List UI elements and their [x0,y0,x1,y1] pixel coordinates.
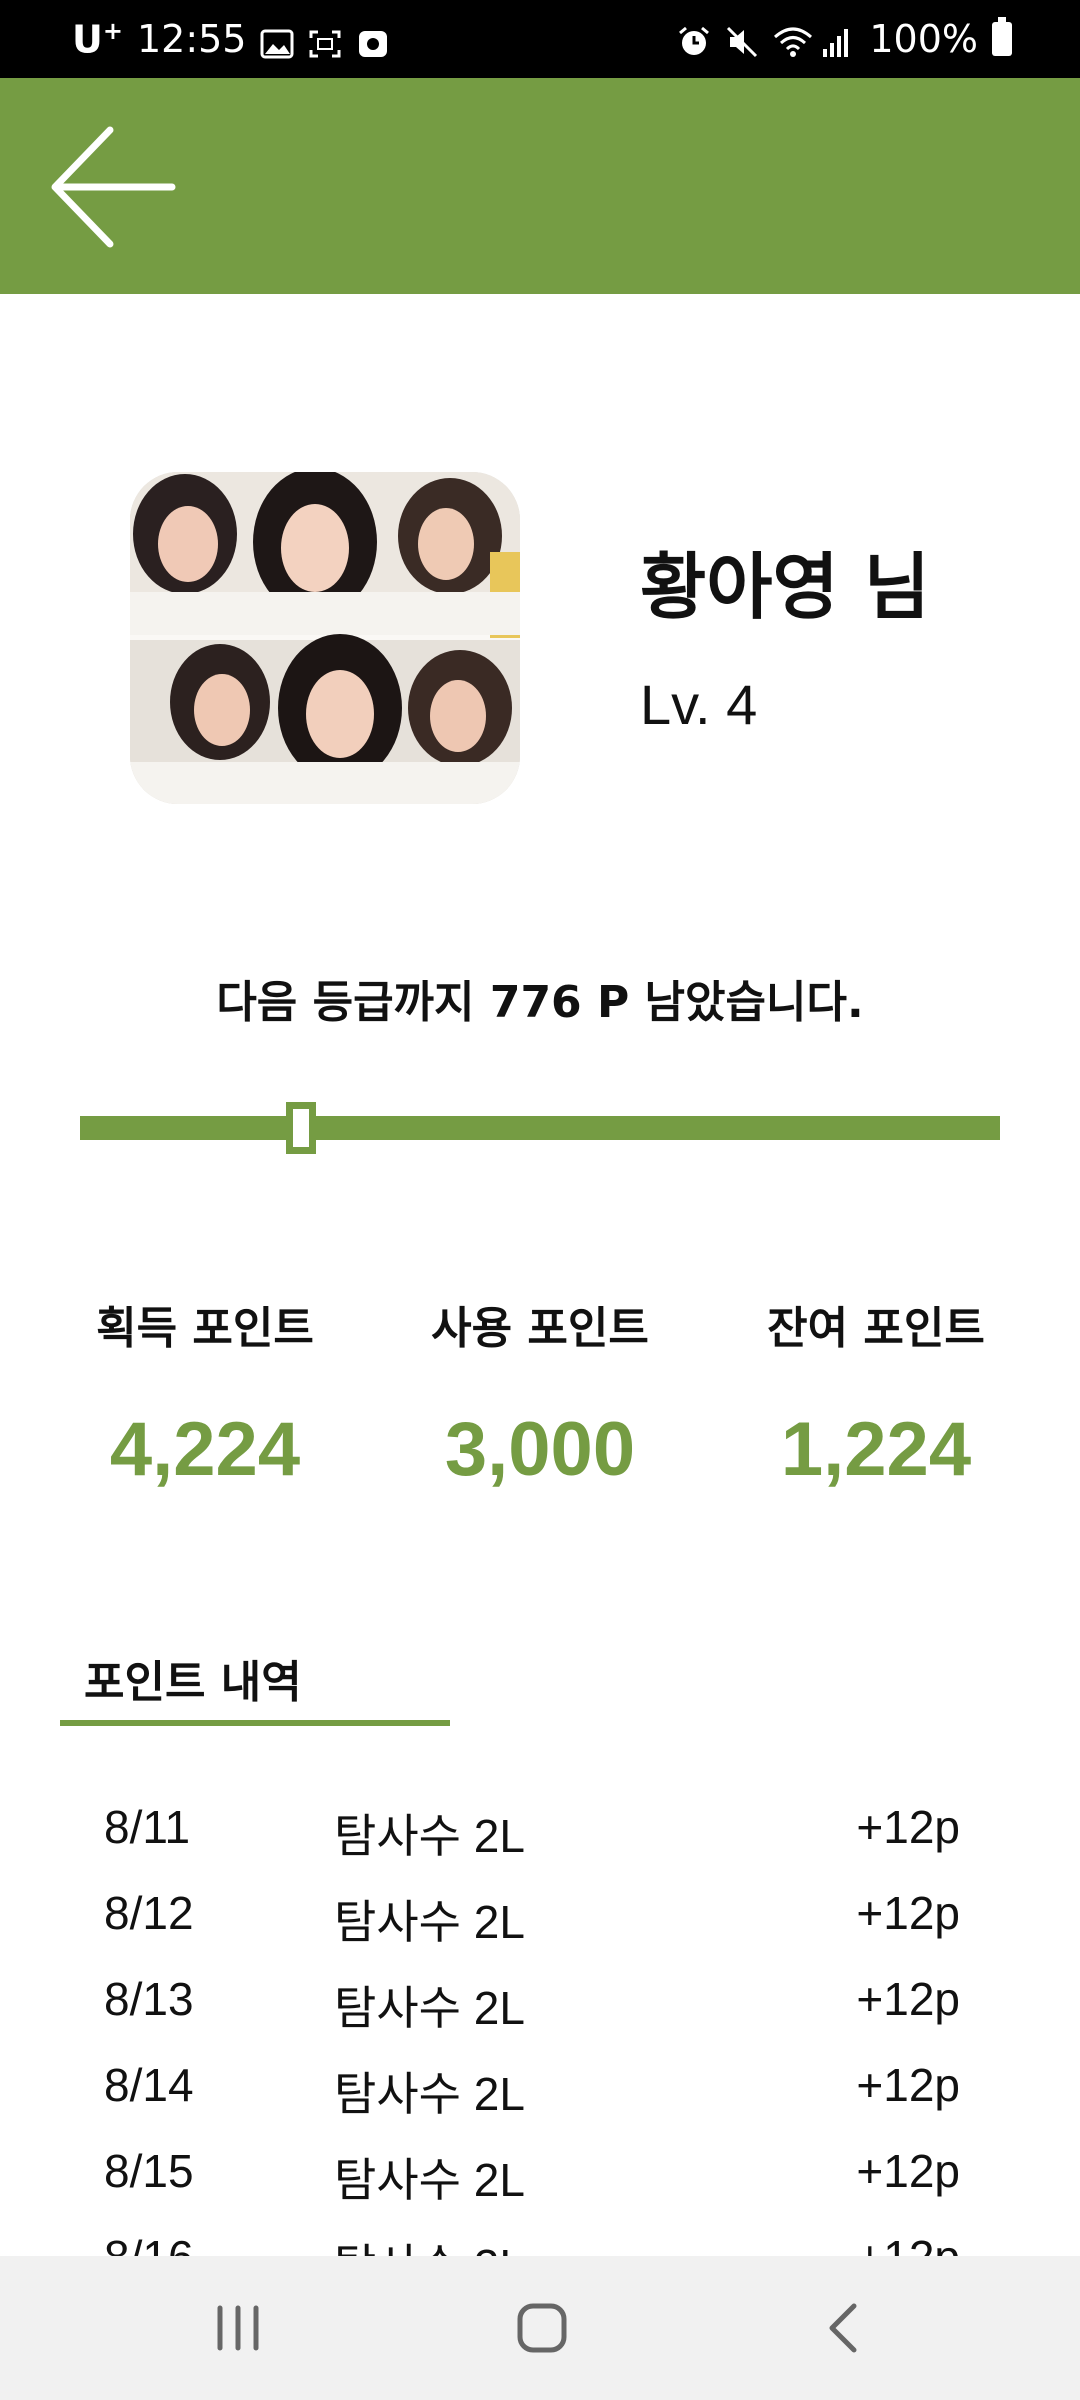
status-bar: U+ 12:55 100% [0,0,1080,78]
history-row: 8/11 탐사수 2L +12p [0,1786,1080,1872]
home-icon [517,2303,567,2353]
history-row: 8/12 탐사수 2L +12p [0,1872,1080,1958]
stat-used-value: 3,000 [444,1407,636,1492]
stat-used-label: 사용 포인트 [431,1303,649,1354]
carrier-label: U+ [72,16,123,62]
stat-earned-label: 획득 포인트 [96,1303,314,1354]
mute-icon [725,24,759,58]
history-description: 탐사수 2L [334,2068,525,2120]
alarm-icon [677,24,711,55]
battery-icon [992,17,1012,56]
home-button[interactable] [460,2256,620,2400]
system-nav-bar [0,2256,1080,2400]
image-icon [260,24,294,59]
stat-used: 사용 포인트 3,000 [400,1292,680,1493]
level-progress-bar [80,1102,1000,1154]
history-points: +12p [856,1887,960,1939]
history-description: 탐사수 2L [334,2154,525,2206]
history-date: 8/11 [104,1801,191,1853]
history-row: 8/13 탐사수 2L +12p [0,1958,1080,2044]
signal-icon [821,24,855,57]
history-description: 탐사수 2L [334,1810,525,1862]
history-date: 8/14 [104,2059,194,2111]
stat-remaining-label: 잔여 포인트 [767,1303,985,1354]
wifi-icon [773,24,813,57]
history-points: +12p [856,1801,960,1853]
history-points: +12p [856,1973,960,2025]
avatar [130,472,520,804]
history-date: 8/12 [104,1887,194,1939]
history-list[interactable]: 8/11 탐사수 2L +12p 8/12 탐사수 2L +12p 8/13 탐사수 2L +1… [0,1786,1080,2256]
stat-remaining: 잔여 포인트 1,224 [736,1292,1016,1493]
record-icon [356,24,390,57]
history-tab-indicator [60,1720,450,1726]
user-level: Lv. 4 [640,673,758,736]
history-date: 8/13 [104,1973,194,2025]
app-bar [0,78,1080,294]
stat-remaining-value: 1,224 [780,1407,972,1492]
profile-photo [130,472,520,804]
history-description: 탐사수 2L [334,1982,525,2034]
history-tab[interactable]: 포인트 내역 [84,1646,302,1710]
arrow-left-icon [51,126,176,248]
history-points: +12p [856,2230,960,2256]
recent-apps-icon [217,2305,259,2351]
stat-earned-value: 4,224 [109,1407,301,1492]
back-button[interactable] [40,122,180,252]
back-icon [829,2303,857,2353]
history-points: +12p [856,2145,960,2197]
stat-earned: 획득 포인트 4,224 [65,1292,345,1493]
history-row: 8/16 탐사수 2L +12p [0,2216,1080,2256]
history-date: 8/16 [104,2230,194,2256]
user-name: 황아영 님 [640,545,931,629]
history-description: 탐사수 2L [334,2230,525,2256]
history-points: +12p [856,2059,960,2111]
history-row: 8/14 탐사수 2L +12p [0,2044,1080,2130]
screenshot-icon [308,24,342,58]
battery-percent: 100% [869,17,978,61]
progress-handle [285,1102,316,1154]
next-level-message: 다음 등급까지 776 P 남았습니다. [216,977,864,1028]
recent-apps-button[interactable] [158,2256,318,2400]
history-description: 탐사수 2L [334,1896,525,1948]
history-row: 8/15 탐사수 2L +12p [0,2130,1080,2216]
status-time: 12:55 [136,17,247,61]
nav-back-button[interactable] [762,2256,922,2400]
history-date: 8/15 [104,2145,194,2197]
